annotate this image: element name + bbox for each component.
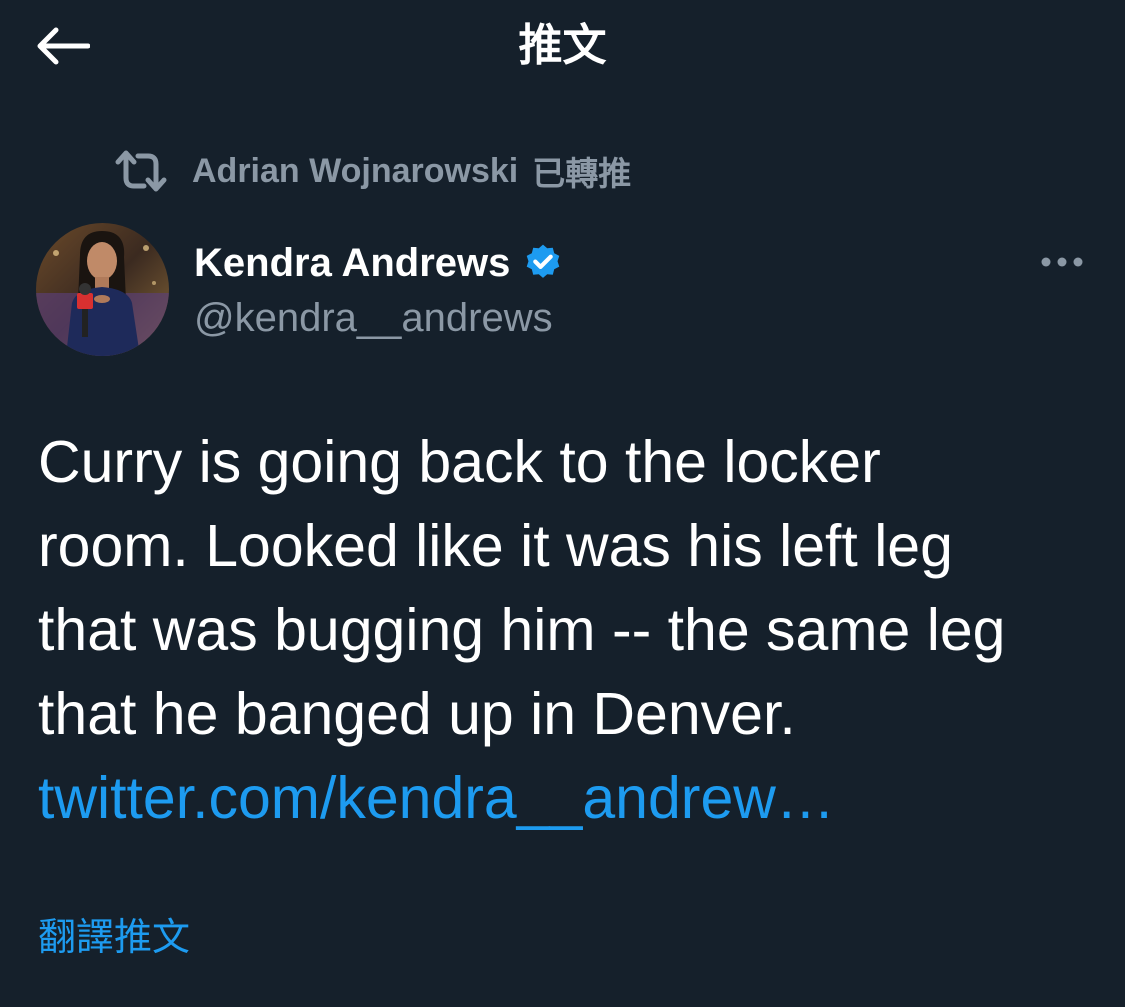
more-horizontal-icon — [1041, 257, 1083, 267]
author-name-text: Kendra Andrews — [194, 241, 511, 285]
tweet-text-line: Curry is going back to the locker — [38, 429, 881, 495]
retweeter-name[interactable]: Adrian Wojnarowski — [192, 152, 518, 191]
tweet-url-link[interactable]: twitter.com/kendra__andrew… — [38, 765, 835, 831]
tweet-text-line: room. Looked like it was his left leg — [38, 513, 953, 579]
retweet-icon — [115, 150, 167, 192]
author-handle[interactable]: @kendra__andrews — [194, 294, 553, 342]
verified-badge-icon — [527, 244, 560, 278]
page-title: 推文 — [518, 20, 607, 71]
author-name[interactable]: Kendra Andrews — [194, 238, 564, 288]
tweet-text: Curry is going back to the locker room. … — [38, 420, 1098, 840]
more-options-button[interactable] — [1032, 242, 1092, 282]
tweet-text-line: that he banged up in Denver. — [38, 681, 796, 747]
translate-tweet-link[interactable]: 翻譯推文 — [38, 912, 190, 962]
avatar-image — [36, 223, 169, 356]
top-bar: 推文 — [0, 0, 1125, 96]
author-avatar[interactable] — [36, 223, 169, 356]
retweet-suffix: 已轉推 — [532, 154, 632, 193]
retweet-context: Adrian Wojnarowski 已轉推 — [114, 148, 631, 194]
tweet-text-line: that was bugging him -- the same leg — [38, 597, 1006, 663]
